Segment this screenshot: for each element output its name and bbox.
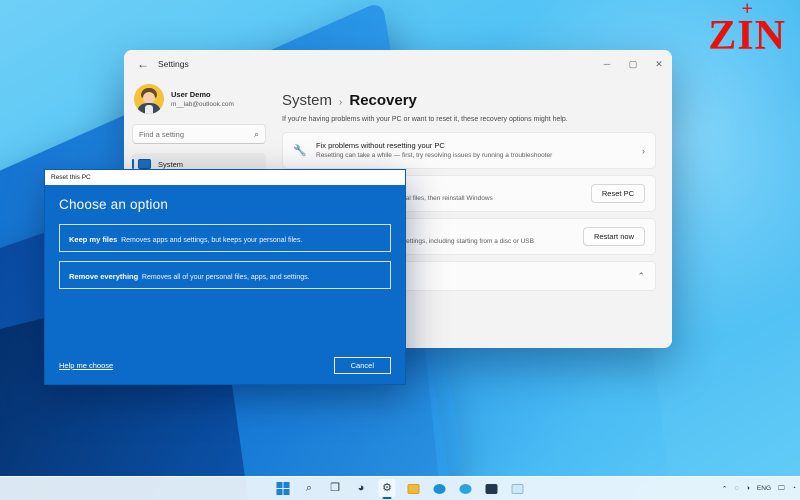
- breadcrumb-parent[interactable]: System: [282, 92, 332, 109]
- sidebar-item-label: System: [158, 159, 184, 169]
- search-button[interactable]: ⌕: [301, 479, 318, 498]
- reset-pc-button[interactable]: Reset PC: [590, 184, 645, 203]
- wrench-icon: 🔧: [293, 145, 307, 157]
- dialog-footer: Help me choose Cancel: [59, 357, 391, 374]
- card-title: Fix problems without resetting your PC: [316, 141, 445, 150]
- back-button[interactable]: ←: [130, 57, 156, 71]
- action-center-icon[interactable]: ◔: [792, 485, 796, 492]
- file-explorer-button[interactable]: [405, 479, 422, 498]
- terminal-button[interactable]: [483, 479, 500, 498]
- profile-email: m__lab@outlook.com: [171, 100, 234, 108]
- desktop: + ZIN ← Settings ─ ▢ ✕ User Demo m__lab@…: [0, 0, 800, 500]
- option-title: Keep my files: [69, 235, 118, 244]
- reset-this-pc-dialog: Reset this PC Choose an option Keep my f…: [44, 169, 406, 385]
- photos-icon: [511, 483, 523, 494]
- option-subtitle: Removes all of your personal files, apps…: [141, 274, 310, 281]
- breadcrumb-separator-icon: ›: [339, 97, 343, 108]
- option-remove-everything[interactable]: Remove everything Removes all of your pe…: [59, 261, 391, 289]
- edge-icon: [433, 483, 445, 494]
- help-me-choose-link[interactable]: Help me choose: [59, 361, 113, 370]
- windows-logo-icon: [276, 481, 290, 496]
- search-icon: ⌕: [253, 128, 259, 139]
- breadcrumb: System › Recovery: [282, 92, 656, 109]
- restart-now-button[interactable]: Restart now: [582, 227, 645, 246]
- settings-window-title: Settings: [158, 59, 189, 69]
- minimize-button[interactable]: ─: [594, 50, 620, 78]
- start-button[interactable]: [275, 479, 292, 498]
- selection-pill: [132, 159, 134, 169]
- page-title: Recovery: [349, 92, 417, 109]
- settings-taskbar-button[interactable]: ⚙: [378, 479, 396, 499]
- gear-icon: ⚙: [382, 482, 392, 494]
- system-icon: [138, 159, 151, 169]
- zin-wordmark: ZIN: [708, 13, 786, 59]
- maximize-button[interactable]: ▢: [620, 50, 646, 78]
- search-input[interactable]: [139, 129, 254, 139]
- cancel-button[interactable]: Cancel: [333, 357, 391, 374]
- network-icon[interactable]: ◌: [735, 485, 739, 492]
- photos-button[interactable]: [509, 479, 526, 498]
- option-title: Remove everything: [69, 272, 139, 281]
- display-icon[interactable]: 🖵: [778, 485, 785, 493]
- avatar: [134, 84, 164, 114]
- chat-button[interactable]: ◕: [353, 479, 370, 498]
- language-indicator[interactable]: ENG: [757, 485, 771, 492]
- option-subtitle: Removes apps and settings, but keeps you…: [121, 237, 303, 244]
- chevron-up-icon: ⌃: [637, 270, 645, 281]
- tray-overflow-icon[interactable]: ⌃: [722, 485, 728, 493]
- dialog-titlebar: Reset this PC: [45, 170, 405, 185]
- taskbar: ⌕ ❐ ◕ ⚙ ⌃ ◌ ◑ ENG 🖵 ◔: [0, 476, 800, 500]
- option-keep-my-files[interactable]: Keep my files Removes apps and settings,…: [59, 224, 391, 252]
- browser-button[interactable]: [457, 479, 474, 498]
- search-box[interactable]: ⌕: [132, 124, 266, 144]
- browser-icon: [459, 483, 471, 494]
- chat-icon: ◕: [357, 482, 365, 494]
- volume-icon[interactable]: ◑: [746, 485, 750, 492]
- page-description: If you're having problems with your PC o…: [282, 116, 568, 123]
- search-icon: ⌕: [305, 482, 313, 494]
- system-tray: ⌃ ◌ ◑ ENG 🖵 ◔: [722, 485, 796, 493]
- dialog-heading: Choose an option: [59, 197, 169, 212]
- card-subtitle: Resetting can take a while — first, try …: [316, 152, 553, 159]
- terminal-icon: [485, 483, 497, 494]
- card-fix-problems[interactable]: 🔧 Fix problems without resetting your PC…: [282, 132, 656, 169]
- user-profile[interactable]: User Demo m__lab@outlook.com: [132, 80, 266, 122]
- task-view-icon: ❐: [330, 482, 340, 494]
- window-controls: ─ ▢ ✕: [594, 50, 672, 78]
- taskbar-items: ⌕ ❐ ◕ ⚙: [275, 479, 526, 499]
- dialog-body: Choose an option Keep my files Removes a…: [45, 185, 405, 384]
- task-view-button[interactable]: ❐: [327, 479, 344, 498]
- profile-name: User Demo: [171, 89, 211, 99]
- close-button[interactable]: ✕: [646, 50, 672, 78]
- folder-icon: [407, 483, 419, 494]
- chevron-right-icon: ›: [642, 145, 645, 156]
- settings-titlebar: ← Settings ─ ▢ ✕: [124, 50, 672, 78]
- edge-button[interactable]: [431, 479, 448, 498]
- zin-watermark-logo: + ZIN: [708, 0, 786, 59]
